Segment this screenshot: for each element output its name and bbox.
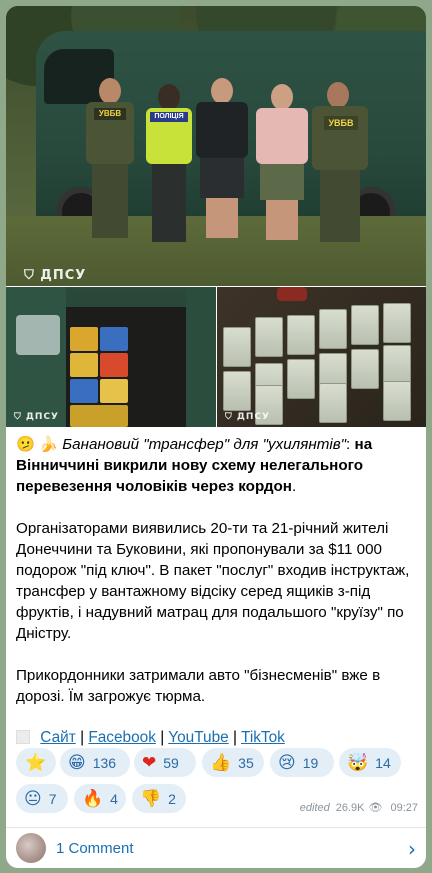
comments-button[interactable]: 1 Comment › [6,828,426,868]
mind-blown-icon: 🤯 [347,752,369,773]
banknote [223,371,251,411]
comments-label: 1 Comment [56,840,134,857]
reaction-count: 19 [302,754,319,771]
fruit-box [100,327,128,351]
reaction-count: 136 [92,754,117,771]
avatar [16,833,46,863]
fruit-box [70,327,98,351]
shield-icon: ⛉ [14,412,22,422]
photo-main[interactable]: УВБВ ПОЛІЦІЯ УВБВ ⛉ ДПСУ [6,6,426,286]
banknote [383,345,411,385]
shield-icon: ⛉ [24,268,35,283]
banknote [383,381,411,421]
fruit-box [70,405,128,427]
banknote [223,327,251,367]
post-title: 🫤 🍌 Банановий "трансфер" для "ухилянтів"… [16,436,373,495]
banknote [351,305,379,345]
reaction-star[interactable]: ⭐ [16,748,56,777]
watermark-dpsu: ⛉ ДПСУ [24,268,87,283]
reaction-count: 59 [163,754,179,771]
edited-label: edited [299,801,330,814]
photo-cargo[interactable]: ⛉ ДПСУ [6,287,216,427]
reaction-count: 2 [168,790,176,807]
link-facebook[interactable]: Facebook [88,729,156,746]
link-emoji-placeholder [16,730,30,744]
reaction-count: 4 [110,790,118,807]
vest-label: УВБВ [94,108,126,120]
cry-icon: 😢 [278,752,296,773]
reaction-grin[interactable]: 😁 136 [60,748,130,777]
watermark-dpsu: ⛉ ДПСУ [225,412,270,422]
vest-label: УВБВ [324,116,358,130]
post-paragraph-2: Прикордонники затримали авто "бізнесмені… [16,667,381,705]
reaction-thumbs-up[interactable]: 👍 35 [202,748,264,777]
link-site[interactable]: Сайт [40,729,76,746]
post-paragraph-1: Організаторами виявились 20-ти та 21-річ… [16,520,410,642]
van-door [6,287,66,427]
table-object [277,287,307,301]
reaction-heart[interactable]: ❤ 59 [134,748,196,777]
banknote [351,349,379,389]
reaction-cry[interactable]: 😢 19 [270,748,334,777]
banknote [319,309,347,349]
chevron-right-icon: › [408,837,416,861]
heart-icon: ❤ [142,752,157,773]
reaction-mind-blown[interactable]: 🤯 14 [339,748,401,777]
fruit-box [100,353,128,377]
reaction-count: 14 [375,754,391,771]
banknote [255,317,283,357]
links-row: Сайт | Facebook | YouTube | TikTok [16,728,285,748]
timestamp: 09:27 [390,801,418,814]
view-count: 26.9K [335,801,365,814]
fruit-box [70,379,98,403]
reaction-fire[interactable]: 🔥 4 [74,784,126,813]
thumbs-down-icon: 👎 [140,788,162,809]
message-meta: edited 26.9K 👁 09:27 [300,801,418,814]
van-door-window [16,315,60,355]
thumbs-up-icon: 👍 [210,752,232,773]
reaction-neutral[interactable]: 😐 7 [16,784,68,813]
photo-money[interactable]: ⛉ ДПСУ [217,287,426,427]
vest-label: ПОЛІЦІЯ [150,112,188,122]
fire-icon: 🔥 [82,788,104,809]
grin-icon: 😁 [68,752,86,773]
link-tiktok[interactable]: TikTok [241,729,285,746]
shield-icon: ⛉ [225,412,233,422]
banknote [287,359,315,399]
star-icon: ⭐ [25,752,47,773]
banknote [287,315,315,355]
fruit-box [70,353,98,377]
reaction-count: 7 [48,790,57,807]
post-text: 🫤 🍌 Банановий "трансфер" для "ухилянтів"… [16,434,420,728]
link-youtube[interactable]: YouTube [168,729,228,746]
banknote [383,303,411,343]
reaction-count: 35 [238,754,254,771]
reaction-thumbs-down[interactable]: 👎 2 [132,784,186,813]
watermark-dpsu: ⛉ ДПСУ [14,412,59,422]
eye-icon: 👁 [368,801,383,814]
title-italic: Банановий "трансфер" для "ухилянтів" [62,436,347,453]
neutral-face-icon: 😐 [24,788,42,809]
message-card: УВБВ ПОЛІЦІЯ УВБВ ⛉ ДПСУ ⛉ ДПСУ ⛉ ДПСУ 🫤… [6,6,426,868]
fruit-box [100,379,128,403]
title-emoji: 🫤 🍌 [16,436,59,453]
van-side [186,287,216,427]
banknote [319,383,347,423]
